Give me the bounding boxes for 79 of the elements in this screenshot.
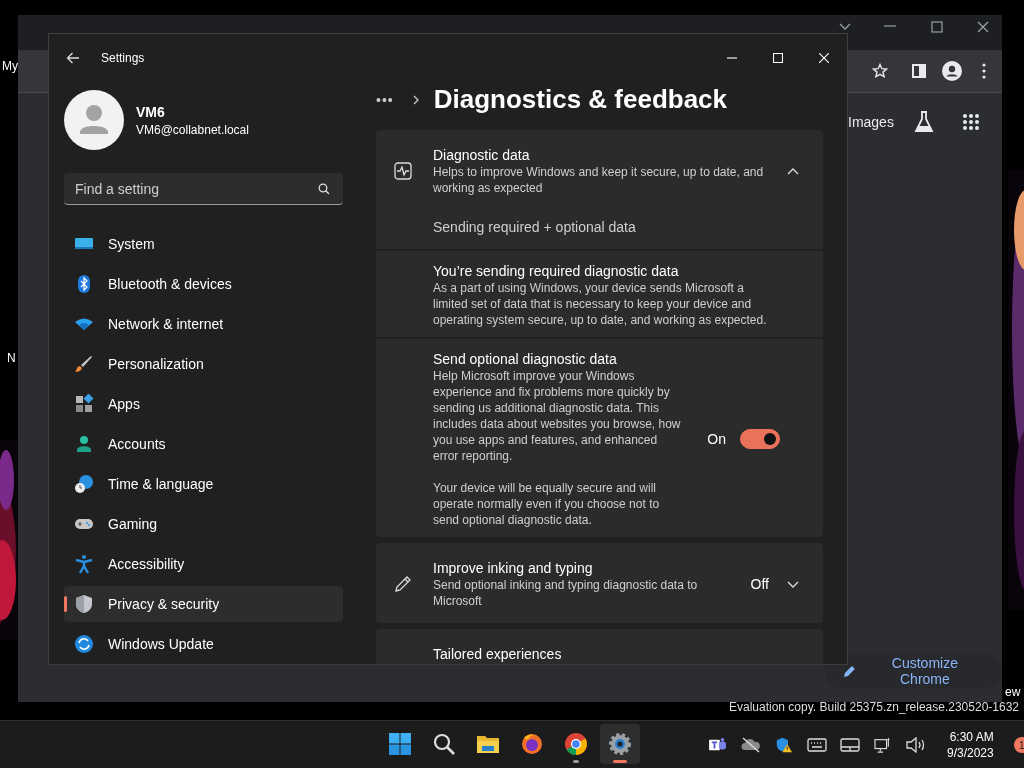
- nav-item[interactable]: Time & language: [64, 466, 343, 502]
- more-breadcrumb-button[interactable]: •••: [376, 91, 394, 108]
- card-value: Sending required + optional data: [433, 219, 637, 235]
- nav-item[interactable]: Windows Update: [64, 626, 343, 662]
- chrome-browser-icon: [564, 732, 588, 756]
- clock-date: 9/3/2023: [947, 745, 994, 761]
- desktop-icon-label[interactable]: ew: [1005, 685, 1021, 699]
- card-note: Your device will be equally secure and will operate normally even if you choose not to send optional diagnostic data.: [433, 480, 661, 528]
- back-arrow-icon[interactable]: [66, 52, 80, 64]
- flask-icon[interactable]: [914, 111, 934, 133]
- nav-item[interactable]: Accessibility: [64, 546, 343, 582]
- card-title: Diagnostic data: [433, 146, 531, 164]
- shield-warning-icon[interactable]: [774, 737, 794, 753]
- clock-time: 6:30 AM: [949, 729, 994, 745]
- team-chat-icon[interactable]: [708, 737, 728, 753]
- state-label: Off: [750, 576, 769, 592]
- settings-card[interactable]: Tailored experiences: [376, 629, 823, 664]
- avatar-icon[interactable]: [64, 90, 124, 150]
- clock[interactable]: 6:30 AM 9/3/2023: [947, 729, 994, 761]
- desktop-icon-label[interactable]: N: [7, 351, 16, 365]
- build-info-text: Evaluation copy. Build 25375.zn_release.230520-1632: [729, 700, 1019, 714]
- keyboard-icon[interactable]: [807, 737, 827, 753]
- customize-chrome-button[interactable]: Customize Chrome: [825, 653, 1002, 689]
- user-email: VM6@collabnet.local: [136, 122, 249, 137]
- card-description: Helps to improve Windows and keep it secure, up to date, and working as expected: [433, 164, 765, 196]
- card-title: Tailored experiences: [433, 646, 562, 662]
- card-title: Improve inking and typing: [433, 559, 594, 577]
- volume-icon[interactable]: [906, 737, 926, 753]
- touchpad-icon[interactable]: [840, 737, 860, 753]
- chevron-up-icon[interactable]: [787, 167, 799, 175]
- gear-icon: [608, 732, 632, 756]
- windows-logo-icon: [388, 732, 412, 756]
- accounts-icon: [74, 434, 94, 454]
- search-icon: [432, 732, 456, 756]
- menu-icon[interactable]: [982, 63, 986, 79]
- card-description: Send optional inking and typing diagnostic data to Microsoft: [433, 577, 699, 609]
- chevron-right-icon: [412, 94, 419, 105]
- nav-item[interactable]: Personalization: [64, 346, 343, 382]
- nav-item[interactable]: Privacy & security: [64, 586, 343, 622]
- pencil-icon: [843, 664, 857, 678]
- time-icon: [74, 474, 94, 494]
- star-icon[interactable]: [872, 63, 888, 79]
- images-link[interactable]: Images: [848, 114, 894, 130]
- privacy-icon: [74, 594, 94, 614]
- nav-item[interactable]: System: [64, 226, 343, 262]
- chevron-down-icon[interactable]: [839, 23, 851, 31]
- cloud-off-icon[interactable]: [741, 737, 761, 753]
- card-title: Send optional diagnostic data: [433, 350, 618, 368]
- page-title: Diagnostics & feedback: [433, 84, 728, 115]
- pulse-icon: [394, 162, 412, 180]
- notification-badge[interactable]: 1: [1013, 737, 1024, 753]
- card-description: As a part of using Windows, your device sends Microsoft a limited set of data that is necessary to keep your device and operating system secure, up to date, and working as expected.: [433, 280, 768, 328]
- close-icon[interactable]: [977, 21, 989, 33]
- card-title: You’re sending required diagnostic data: [433, 262, 680, 280]
- nav-item[interactable]: Gaming: [64, 506, 343, 542]
- toggle-switch[interactable]: [740, 429, 780, 449]
- profile-icon[interactable]: [942, 61, 962, 81]
- search-field[interactable]: Find a setting: [64, 173, 343, 205]
- nav-item[interactable]: Network & internet: [64, 306, 343, 342]
- accessibility-icon: [74, 554, 94, 574]
- search-icon[interactable]: [318, 183, 330, 195]
- taskbar-app[interactable]: [600, 724, 640, 764]
- pen-icon: [394, 575, 412, 593]
- settings-card[interactable]: Diagnostic data Helps to improve Windows and keep it secure, up to date, and working as expected Sending required + optional data: [376, 130, 823, 249]
- nav-item[interactable]: Apps: [64, 386, 343, 422]
- nav-item[interactable]: Bluetooth & devices: [64, 266, 343, 302]
- desktop-icon-label[interactable]: My: [2, 59, 18, 73]
- brush-icon: [74, 354, 94, 374]
- window-title: Settings: [101, 51, 145, 65]
- settings-card[interactable]: Improve inking and typing Send optional inking and typing diagnostic data to Microsoft Off: [376, 543, 823, 623]
- card-description: Help Microsoft improve your Windows experience and fix problems more quickly by sending us additional diagnostic data. This includes data about websites you browse, how you use apps and features, and enhanced error reporting.: [433, 368, 682, 464]
- nav-item[interactable]: Accounts: [64, 426, 343, 462]
- apps-grid-icon[interactable]: [962, 113, 980, 131]
- fox-browser-icon: [520, 732, 544, 756]
- side-panel-icon[interactable]: [911, 63, 927, 79]
- apps-icon: [74, 394, 94, 414]
- toggle-label: On: [707, 431, 726, 447]
- update-icon: [74, 634, 94, 654]
- user-name: VM6: [136, 103, 166, 120]
